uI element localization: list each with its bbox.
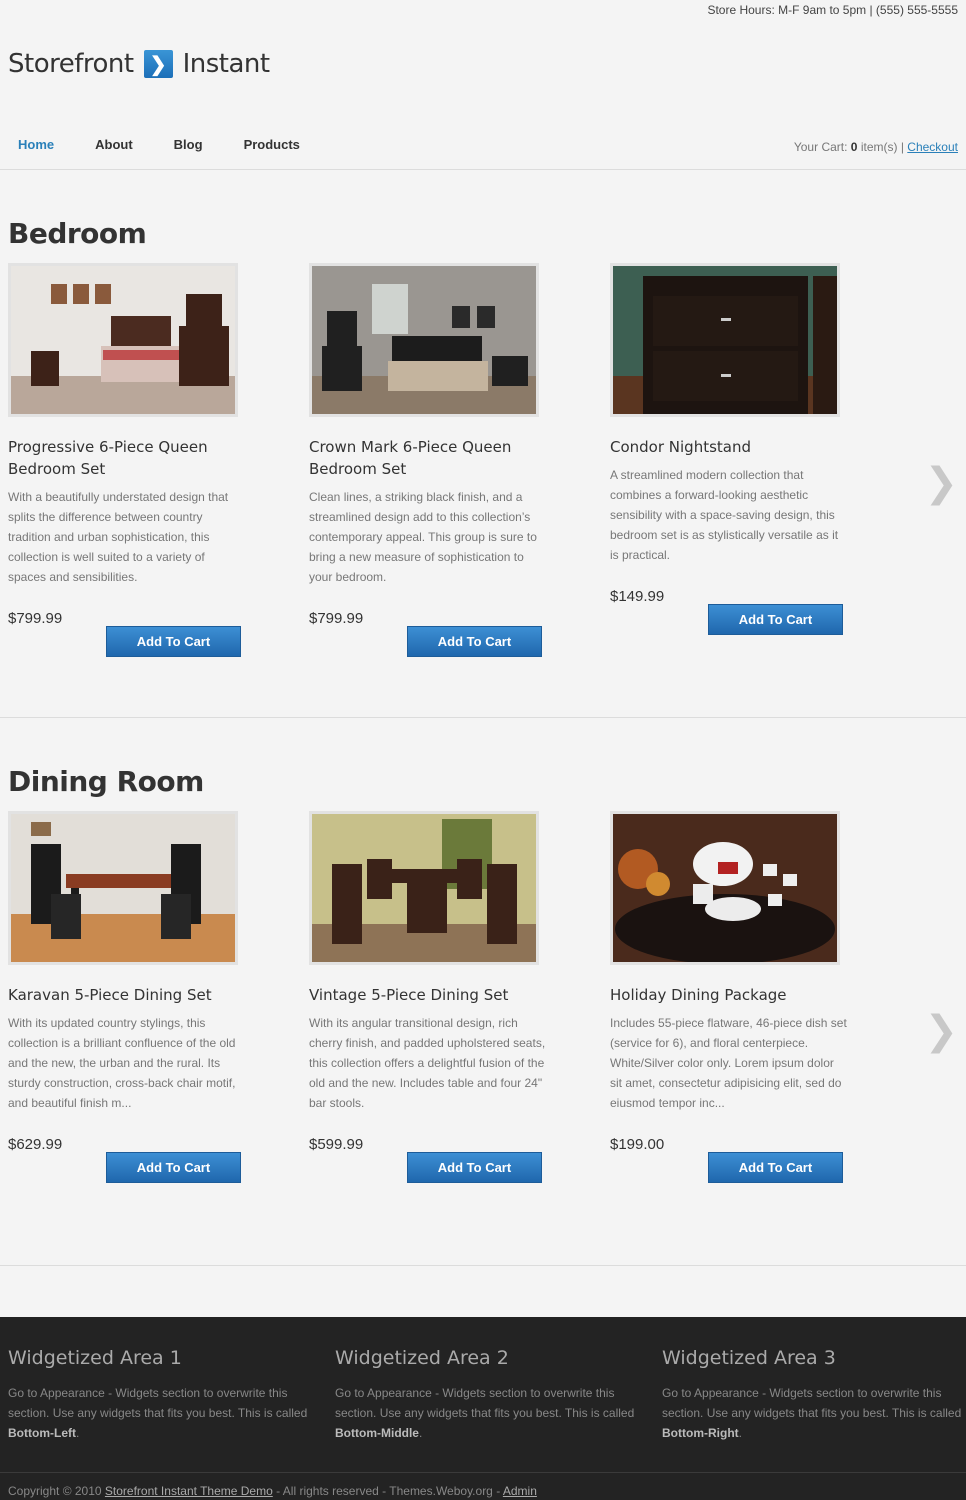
main-nav: Home About Blog Products bbox=[18, 137, 341, 152]
product-price: $629.99 bbox=[8, 1136, 63, 1153]
logo-text-storefront: Storefront bbox=[8, 49, 134, 79]
widget-title: Widgetized Area 1 bbox=[8, 1347, 182, 1369]
cart-summary: Your Cart: 0 item(s) | Checkout bbox=[794, 140, 958, 154]
cart-suffix: item(s) | bbox=[860, 140, 904, 154]
widget-text: Go to Appearance - Widgets section to ov… bbox=[8, 1386, 308, 1440]
logo-arrow-icon: ❯ bbox=[143, 50, 173, 78]
add-to-cart-button[interactable]: Add To Cart bbox=[708, 604, 843, 635]
copyright: Copyright © 2010 Storefront Instant Them… bbox=[8, 1484, 537, 1498]
footer-widget-3: Widgetized Area 3 Go to Appearance - Wid… bbox=[662, 1347, 962, 1443]
footer-widget-2: Widgetized Area 2 Go to Appearance - Wid… bbox=[335, 1347, 635, 1443]
footer-widget-1: Widgetized Area 1 Go to Appearance - Wid… bbox=[8, 1347, 308, 1443]
bedroom-set-image bbox=[11, 266, 235, 414]
dining-set-image bbox=[11, 814, 235, 962]
product-card: Karavan 5-Piece Dining Set With its upda… bbox=[8, 811, 248, 1191]
product-description: With its angular transitional design, ri… bbox=[309, 1016, 546, 1110]
product-card: Holiday Dining Package Includes 55-piece… bbox=[610, 811, 850, 1191]
admin-link[interactable]: Admin bbox=[503, 1484, 537, 1498]
cart-count: 0 bbox=[850, 140, 858, 154]
header-divider bbox=[0, 169, 966, 170]
nav-item-about[interactable]: About bbox=[95, 137, 133, 152]
product-name[interactable]: Vintage 5-Piece Dining Set bbox=[309, 984, 544, 1006]
dining-package-image bbox=[613, 814, 837, 962]
product-image[interactable] bbox=[610, 263, 840, 417]
add-to-cart-button[interactable]: Add To Cart bbox=[407, 1152, 542, 1183]
copyright-prefix: Copyright © 2010 bbox=[8, 1484, 102, 1498]
product-name[interactable]: Condor Nightstand bbox=[610, 436, 845, 458]
product-description: Clean lines, a striking black finish, an… bbox=[309, 490, 537, 584]
section-title-bedroom: Bedroom bbox=[8, 217, 147, 250]
product-card: Progressive 6-Piece Queen Bedroom Set Wi… bbox=[8, 263, 248, 663]
footer-divider bbox=[0, 1472, 966, 1473]
add-to-cart-button[interactable]: Add To Cart bbox=[106, 1152, 241, 1183]
product-card: Condor Nightstand A streamlined modern c… bbox=[610, 263, 850, 643]
bedroom-next-arrow-icon[interactable]: ❯ bbox=[924, 460, 958, 506]
content-divider bbox=[0, 1265, 966, 1266]
product-name[interactable]: Crown Mark 6-Piece Queen Bedroom Set bbox=[309, 436, 544, 480]
nav-item-products[interactable]: Products bbox=[244, 137, 300, 152]
dining-set-image bbox=[312, 814, 536, 962]
bedroom-set-image bbox=[312, 266, 536, 414]
section-divider bbox=[0, 717, 966, 718]
widget-text: Go to Appearance - Widgets section to ov… bbox=[662, 1386, 962, 1440]
product-image[interactable] bbox=[610, 811, 840, 965]
product-name[interactable]: Karavan 5-Piece Dining Set bbox=[8, 984, 243, 1006]
nav-item-home[interactable]: Home bbox=[18, 137, 54, 152]
copyright-middle: - All rights reserved - Themes.Weboy.org… bbox=[276, 1484, 501, 1498]
product-description: With its updated country stylings, this … bbox=[8, 1016, 236, 1110]
store-hours: Store Hours: M-F 9am to 5pm | (555) 555-… bbox=[707, 3, 958, 17]
nightstand-image bbox=[613, 266, 837, 414]
product-price: $199.00 bbox=[610, 1136, 665, 1153]
cart-label: Your Cart: bbox=[793, 140, 848, 154]
nav-item-blog[interactable]: Blog bbox=[174, 137, 203, 152]
product-image[interactable] bbox=[8, 263, 238, 417]
product-card: Crown Mark 6-Piece Queen Bedroom Set Cle… bbox=[309, 263, 549, 663]
product-name[interactable]: Progressive 6-Piece Queen Bedroom Set bbox=[8, 436, 243, 480]
product-price: $149.99 bbox=[610, 588, 665, 605]
widget-title: Widgetized Area 2 bbox=[335, 1347, 509, 1369]
product-image[interactable] bbox=[309, 263, 539, 417]
add-to-cart-button[interactable]: Add To Cart bbox=[708, 1152, 843, 1183]
logo-text-instant: Instant bbox=[182, 49, 271, 79]
widget-text: Go to Appearance - Widgets section to ov… bbox=[335, 1386, 635, 1440]
add-to-cart-button[interactable]: Add To Cart bbox=[106, 626, 241, 657]
product-description: With a beautifully understated design th… bbox=[8, 490, 229, 584]
section-title-dining-room: Dining Room bbox=[8, 765, 204, 798]
product-description: Includes 55-piece flatware, 46-piece dis… bbox=[610, 1016, 847, 1110]
dining-next-arrow-icon[interactable]: ❯ bbox=[924, 1008, 958, 1054]
product-price: $799.99 bbox=[8, 610, 63, 627]
checkout-link[interactable]: Checkout bbox=[907, 140, 958, 154]
add-to-cart-button[interactable]: Add To Cart bbox=[407, 626, 542, 657]
site-footer: Widgetized Area 1 Go to Appearance - Wid… bbox=[0, 1317, 966, 1500]
product-price: $799.99 bbox=[309, 610, 364, 627]
product-card: Vintage 5-Piece Dining Set With its angu… bbox=[309, 811, 549, 1191]
product-name[interactable]: Holiday Dining Package bbox=[610, 984, 845, 1006]
product-description: A streamlined modern collection that com… bbox=[610, 468, 839, 562]
product-image[interactable] bbox=[309, 811, 539, 965]
product-price: $599.99 bbox=[309, 1136, 364, 1153]
product-image[interactable] bbox=[8, 811, 238, 965]
theme-demo-link[interactable]: Storefront Instant Theme Demo bbox=[105, 1484, 273, 1498]
site-logo[interactable]: Storefront ❯ Instant bbox=[8, 48, 270, 80]
widget-title: Widgetized Area 3 bbox=[662, 1347, 836, 1369]
